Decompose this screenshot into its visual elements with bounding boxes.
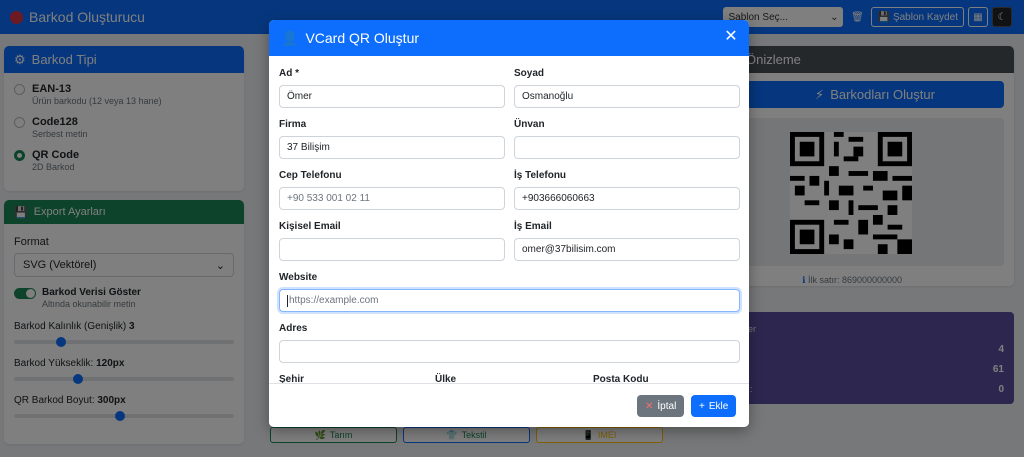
mobile-input[interactable]: +90 533 001 02 11 xyxy=(279,187,505,210)
user-icon: 👤 xyxy=(281,29,299,46)
modal-body: Ad * Ömer Soyad Osmanoğlu Firma 37 Biliş… xyxy=(269,56,749,383)
work-email-input[interactable]: omer@37bilisim.com xyxy=(514,238,740,261)
address-input[interactable] xyxy=(279,340,740,363)
personal-email-label: Kişisel Email xyxy=(279,221,341,232)
text-caret xyxy=(287,294,288,307)
mobile-label: Cep Telefonu xyxy=(279,170,342,181)
work-phone-input[interactable]: +903666060663 xyxy=(514,187,740,210)
company-label: Firma xyxy=(279,119,307,130)
work-email-label: İş Email xyxy=(514,221,552,232)
city-label: Şehir xyxy=(279,374,305,383)
plus-icon: + xyxy=(699,400,705,412)
close-icon: ✕ xyxy=(645,400,654,412)
company-input[interactable]: 37 Bilişim xyxy=(279,136,505,159)
address-label: Adres xyxy=(279,323,308,334)
personal-email-input[interactable] xyxy=(279,238,505,261)
first-name-label: Ad * xyxy=(279,68,299,79)
job-title-input[interactable] xyxy=(514,136,740,159)
country-label: Ülke xyxy=(435,374,457,383)
modal-header: 👤 VCard QR Oluştur ✕ xyxy=(269,20,749,56)
cancel-button[interactable]: ✕ İptal xyxy=(637,395,685,417)
close-icon[interactable]: ✕ xyxy=(723,29,739,45)
last-name-input[interactable]: Osmanoğlu xyxy=(514,85,740,108)
website-label: Website xyxy=(279,272,318,283)
vcard-modal: 👤 VCard QR Oluştur ✕ Ad * Ömer Soyad Osm… xyxy=(269,20,749,427)
add-button[interactable]: + Ekle xyxy=(691,395,737,417)
last-name-label: Soyad xyxy=(514,68,545,79)
website-input[interactable]: https://example.com xyxy=(279,289,740,312)
job-title-label: Ünvan xyxy=(514,119,545,130)
postal-code-label: Posta Kodu xyxy=(593,374,649,383)
work-phone-label: İş Telefonu xyxy=(514,170,567,181)
first-name-input[interactable]: Ömer xyxy=(279,85,505,108)
modal-footer: ✕ İptal + Ekle xyxy=(269,383,749,427)
modal-title: VCard QR Oluştur xyxy=(305,30,420,46)
